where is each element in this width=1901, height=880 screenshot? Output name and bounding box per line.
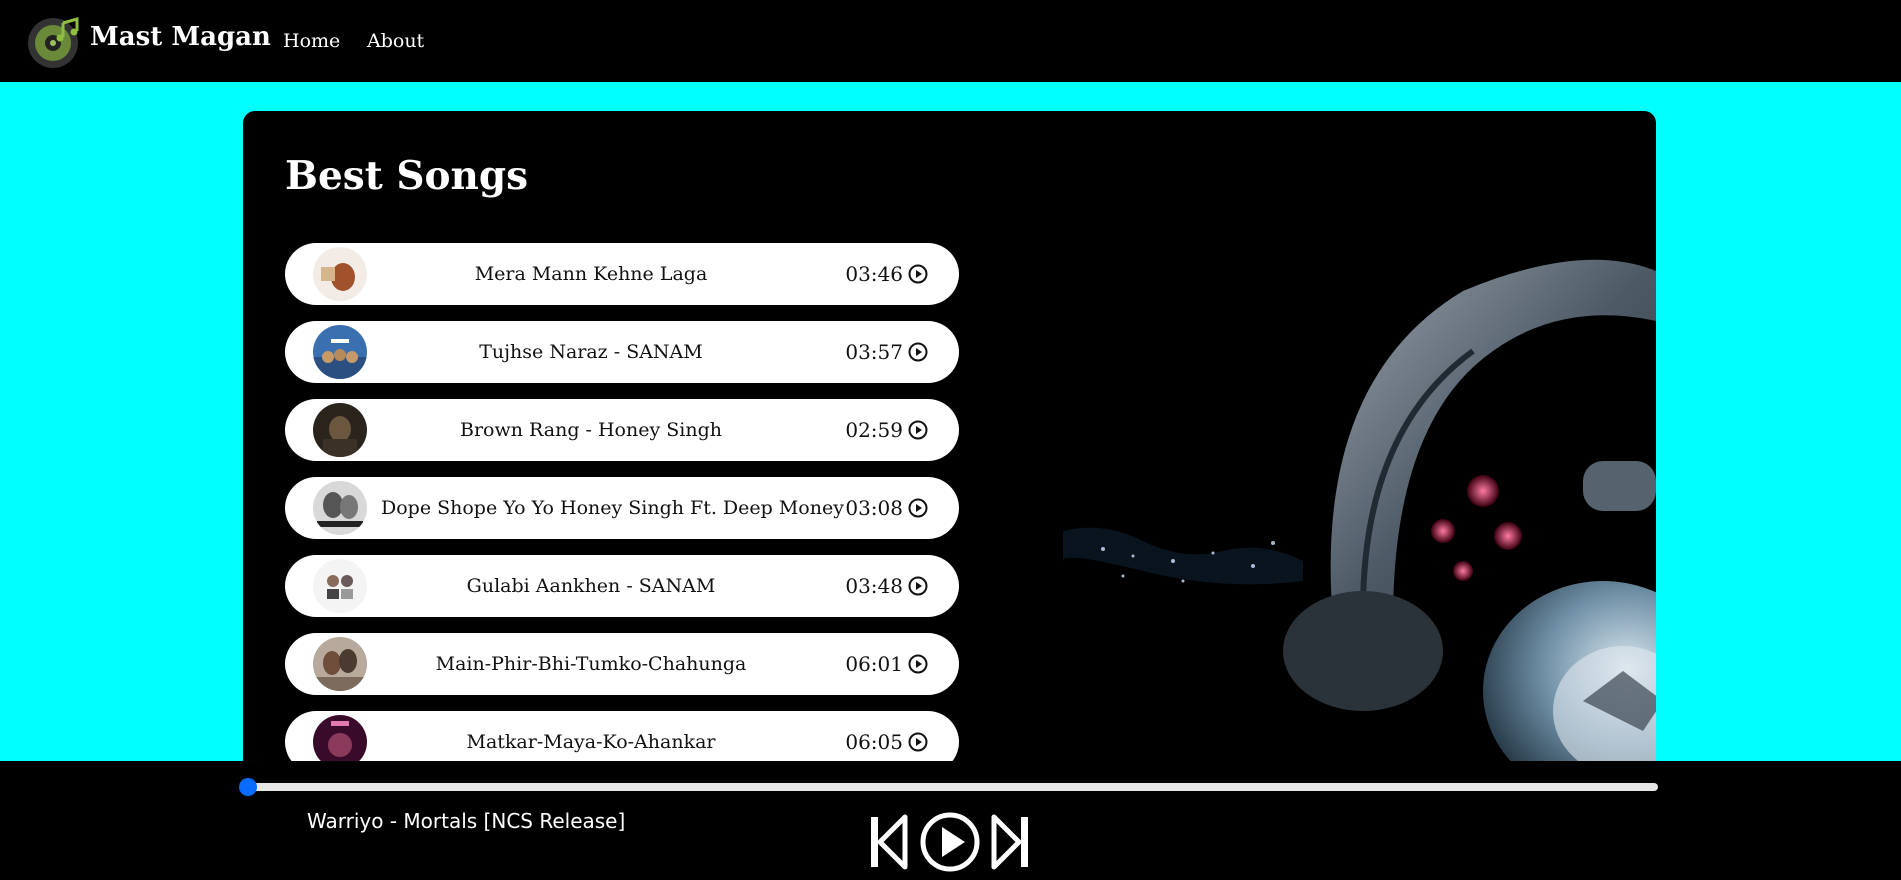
song-name: Main-Phir-Bhi-Tumko-Chahunga: [435, 653, 747, 675]
headphones-image: [1063, 259, 1656, 771]
song-item[interactable]: Main-Phir-Bhi-Tumko-Chahunga 06:01: [285, 633, 959, 695]
play-circle-icon[interactable]: [907, 263, 929, 285]
song-duration: 03:57: [845, 321, 929, 383]
song-duration: 06:01: [845, 633, 929, 695]
song-cover-image: [313, 325, 367, 379]
song-item[interactable]: Tujhse Naraz - SANAM 03:57: [285, 321, 959, 383]
song-name: Tujhse Naraz - SANAM: [479, 341, 703, 363]
play-circle-icon[interactable]: [907, 497, 929, 519]
brand-name[interactable]: Mast Magan: [90, 22, 271, 52]
song-duration: 02:59: [845, 399, 929, 461]
navbar: Mast Magan Home About: [0, 0, 1901, 82]
play-circle-icon[interactable]: [907, 731, 929, 753]
song-item[interactable]: Brown Rang - Honey Singh 02:59: [285, 399, 959, 461]
song-name: Brown Rang - Honey Singh: [460, 419, 722, 441]
player-bar: Warriyo - Mortals [NCS Release]: [0, 761, 1901, 880]
song-duration: 03:46: [845, 243, 929, 305]
songs-container: Best Songs Mera Mann Kehne Laga 03:46 Tu…: [243, 111, 1656, 771]
song-cover-image: [313, 637, 367, 691]
song-item[interactable]: Gulabi Aankhen - SANAM 03:48: [285, 555, 959, 617]
next-icon[interactable]: [991, 814, 1031, 870]
song-cover-image: [313, 481, 367, 535]
duration-text: 02:59: [845, 418, 903, 442]
song-cover-image: [313, 247, 367, 301]
song-duration: 03:08: [845, 477, 929, 539]
music-logo-icon[interactable]: [25, 13, 81, 69]
duration-text: 06:05: [845, 730, 903, 754]
song-name: Gulabi Aankhen - SANAM: [466, 575, 716, 597]
song-name: Dope Shope Yo Yo Honey Singh Ft. Deep Mo…: [381, 497, 844, 519]
duration-text: 03:46: [845, 262, 903, 286]
song-cover-image: [313, 559, 367, 613]
now-playing-title: Warriyo - Mortals [NCS Release]: [307, 809, 626, 833]
duration-text: 03:08: [845, 496, 903, 520]
song-cover-image: [313, 403, 367, 457]
nav-about-link[interactable]: About: [367, 30, 424, 52]
page-title: Best Songs: [285, 153, 529, 199]
play-circle-icon[interactable]: [907, 419, 929, 441]
progress-thumb[interactable]: [239, 778, 257, 796]
nav-home-link[interactable]: Home: [283, 30, 340, 52]
progress-bar[interactable]: [239, 778, 1658, 796]
previous-icon[interactable]: [868, 814, 908, 870]
play-circle-icon[interactable]: [907, 341, 929, 363]
song-duration: 03:48: [845, 555, 929, 617]
song-name: Mera Mann Kehne Laga: [474, 263, 708, 285]
duration-text: 03:57: [845, 340, 903, 364]
play-circle-icon[interactable]: [907, 575, 929, 597]
duration-text: 06:01: [845, 652, 903, 676]
play-circle-icon[interactable]: [907, 653, 929, 675]
play-icon[interactable]: [919, 811, 981, 873]
duration-text: 03:48: [845, 574, 903, 598]
song-item[interactable]: Dope Shope Yo Yo Honey Singh Ft. Deep Mo…: [285, 477, 959, 539]
song-item[interactable]: Mera Mann Kehne Laga 03:46: [285, 243, 959, 305]
